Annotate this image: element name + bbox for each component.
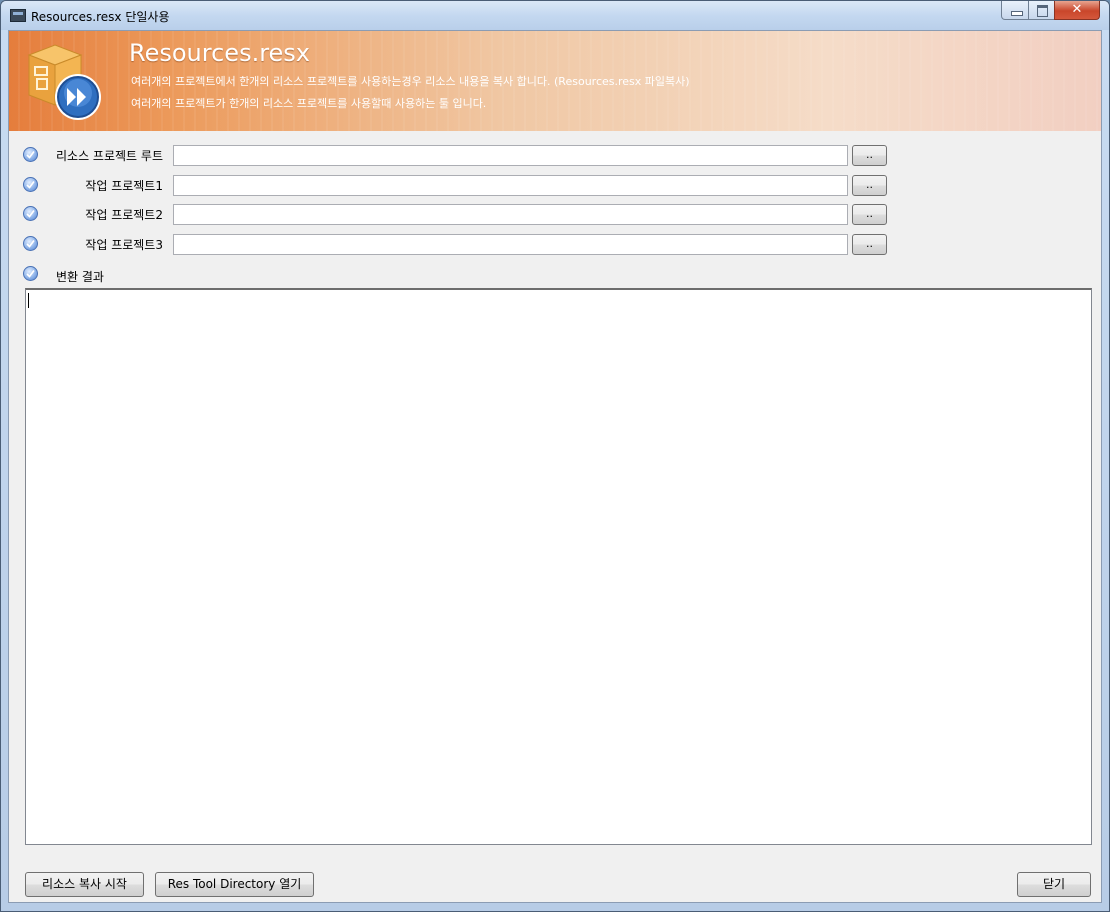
work-project3-browse-button[interactable]: .. [852, 234, 887, 255]
minimize-button[interactable] [1001, 1, 1029, 20]
resource-project-root-input[interactable] [173, 145, 848, 166]
resource-project-root-label: 리소스 프로젝트 루트 [56, 149, 163, 163]
work-project3-label: 작업 프로젝트3 [85, 238, 163, 252]
text-caret [28, 293, 29, 308]
app-window: Resources.resx 단일사용 ✕ Resources.resx 여러개… [0, 0, 1110, 912]
result-textarea[interactable] [25, 288, 1092, 845]
app-icon[interactable] [10, 9, 26, 22]
maximize-icon [1037, 5, 1048, 17]
work-project1-label: 작업 프로젝트1 [85, 179, 163, 193]
work-project1-input[interactable] [173, 175, 848, 196]
result-label: 변환 결과 [56, 270, 104, 284]
work-project2-input[interactable] [173, 204, 848, 225]
work-project2-label: 작업 프로젝트2 [85, 208, 163, 222]
title-bar[interactable]: Resources.resx 단일사용 ✕ [1, 1, 1109, 30]
banner-description-line2: 여러개의 프로젝트가 한개의 리소스 프로젝트를 사용할때 사용하는 툴 입니다… [131, 97, 487, 110]
close-icon: ✕ [1071, 2, 1083, 17]
work-project1-browse-button[interactable]: .. [852, 175, 887, 196]
client-area: Resources.resx 여러개의 프로젝트에서 한개의 리소스 프로젝트를… [8, 30, 1102, 903]
work-project2-browse-button[interactable]: .. [852, 204, 887, 225]
header-banner: Resources.resx 여러개의 프로젝트에서 한개의 리소스 프로젝트를… [9, 31, 1101, 131]
resource-project-root-browse-button[interactable]: .. [852, 145, 887, 166]
open-directory-button[interactable]: Res Tool Directory 열기 [155, 872, 314, 897]
resource-cube-icon [27, 44, 101, 120]
check-icon [23, 266, 38, 281]
banner-description-line1: 여러개의 프로젝트에서 한개의 리소스 프로젝트를 사용하는경우 리소스 내용을… [131, 75, 690, 88]
close-button[interactable]: 닫기 [1017, 872, 1091, 897]
close-window-button[interactable]: ✕ [1054, 1, 1100, 20]
work-project3-input[interactable] [173, 234, 848, 255]
window-title: Resources.resx 단일사용 [31, 10, 170, 24]
banner-title: Resources.resx [129, 39, 311, 67]
minimize-icon [1011, 11, 1023, 16]
start-copy-button[interactable]: 리소스 복사 시작 [25, 872, 144, 897]
maximize-button[interactable] [1028, 1, 1055, 20]
